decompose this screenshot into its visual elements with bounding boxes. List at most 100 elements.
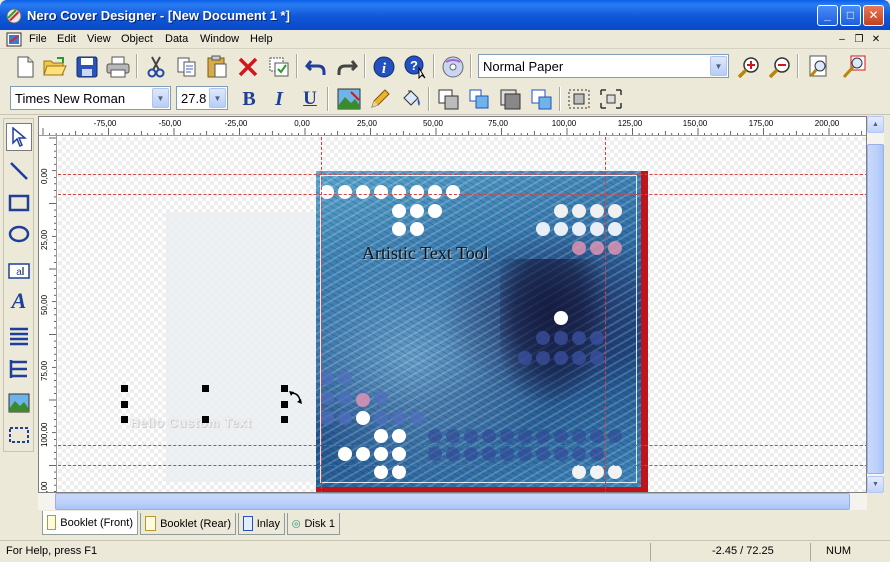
redo-button[interactable] xyxy=(333,53,361,81)
font-family-select[interactable]: Times New Roman ▼ xyxy=(10,86,171,110)
guide-line[interactable] xyxy=(58,174,866,175)
selection-handle[interactable] xyxy=(281,385,288,392)
document-icon[interactable] xyxy=(6,32,22,47)
guide-line[interactable] xyxy=(321,137,322,492)
tree-list-icon xyxy=(9,360,27,378)
crop-tool[interactable] xyxy=(6,421,32,449)
tab-disk-1[interactable]: Disk 1 xyxy=(287,513,340,535)
menu-file[interactable]: File xyxy=(29,33,47,45)
image-tool[interactable] xyxy=(6,389,32,417)
line-tool[interactable] xyxy=(6,157,32,185)
canvas-area[interactable]: Artistic Text Tool Hello Custom Text xyxy=(58,137,866,492)
mdi-minimize-button[interactable]: – xyxy=(835,33,849,46)
maximize-button[interactable]: □ xyxy=(840,5,861,26)
ungroup-button[interactable] xyxy=(528,85,556,113)
print-button[interactable] xyxy=(104,53,132,81)
cut-button[interactable] xyxy=(142,53,170,81)
send-backward-button[interactable] xyxy=(497,85,525,113)
text-box-tool[interactable]: a xyxy=(6,257,32,285)
dashed-rect-icon xyxy=(9,427,29,443)
menu-data[interactable]: Data xyxy=(165,33,188,45)
close-button[interactable]: ✕ xyxy=(863,5,884,26)
track-list-tool[interactable] xyxy=(6,355,32,383)
tab-booklet-rear[interactable]: Booklet (Rear) xyxy=(140,513,236,535)
italic-button[interactable]: I xyxy=(265,85,293,113)
scroll-down-button[interactable]: ▼ xyxy=(867,476,884,493)
artistic-text-tool[interactable]: A xyxy=(6,286,32,314)
selection-handle[interactable] xyxy=(202,385,209,392)
picture-icon xyxy=(337,88,361,110)
ellipse-tool[interactable] xyxy=(6,220,32,248)
zoom-in-icon xyxy=(737,57,759,79)
menu-edit[interactable]: Edit xyxy=(57,33,76,45)
zoom-in-button[interactable] xyxy=(735,53,763,81)
menu-help[interactable]: Help xyxy=(250,33,273,45)
context-help-button[interactable]: ? xyxy=(402,53,430,81)
document-tabs: Booklet (Front) Booklet (Rear) Inlay Dis… xyxy=(0,511,890,538)
mdi-restore-button[interactable]: ❐ xyxy=(852,33,866,46)
ruler-label: -75,00 xyxy=(93,119,117,128)
select-all-button[interactable] xyxy=(265,53,293,81)
menu-window[interactable]: Window xyxy=(200,33,239,45)
selection-handle[interactable] xyxy=(202,416,209,423)
artistic-text[interactable]: Artistic Text Tool xyxy=(362,243,489,264)
zoom-out-button[interactable] xyxy=(766,53,794,81)
rotate-handle-icon[interactable] xyxy=(288,390,304,406)
open-button[interactable] xyxy=(41,53,69,81)
guide-line[interactable] xyxy=(58,465,866,466)
bold-button[interactable]: B xyxy=(235,85,263,113)
selection-handle[interactable] xyxy=(121,416,128,423)
copy-button[interactable] xyxy=(173,53,201,81)
selected-text-object[interactable]: Hello Custom Text xyxy=(130,415,252,430)
zoom-selection-icon xyxy=(842,55,866,79)
paste-button[interactable] xyxy=(203,53,231,81)
disc-properties-button[interactable] xyxy=(439,53,467,81)
horizontal-scrollbar[interactable] xyxy=(38,493,867,510)
selection-handle[interactable] xyxy=(121,385,128,392)
chevron-down-icon[interactable]: ▼ xyxy=(710,56,727,76)
zoom-page-button[interactable] xyxy=(804,53,832,81)
tab-booklet-front[interactable]: Booklet (Front) xyxy=(42,511,138,535)
guide-line[interactable] xyxy=(58,445,866,446)
zoom-selection-button[interactable] xyxy=(840,53,868,81)
save-button[interactable] xyxy=(73,53,101,81)
align-button[interactable] xyxy=(565,85,593,113)
mdi-close-button[interactable]: ✕ xyxy=(869,33,883,46)
svg-text:?: ? xyxy=(410,58,418,73)
horizontal-scroll-thumb[interactable] xyxy=(55,493,850,510)
menu-object[interactable]: Object xyxy=(121,33,153,45)
info-button[interactable]: i xyxy=(370,53,398,81)
list-tool[interactable] xyxy=(6,322,32,350)
selection-handle[interactable] xyxy=(281,401,288,408)
tab-inlay[interactable]: Inlay xyxy=(238,513,285,535)
distribute-button[interactable] xyxy=(597,85,625,113)
menu-view[interactable]: View xyxy=(87,33,111,45)
scroll-up-button[interactable]: ▲ xyxy=(867,116,884,133)
pen-color-button[interactable] xyxy=(366,85,394,113)
fill-color-button[interactable] xyxy=(397,85,425,113)
delete-button[interactable] xyxy=(234,53,262,81)
guide-line[interactable] xyxy=(58,194,866,195)
selection-handle[interactable] xyxy=(121,401,128,408)
vertical-scrollbar[interactable]: ▲ ▼ xyxy=(867,116,884,493)
chevron-down-icon[interactable]: ▼ xyxy=(152,88,169,108)
scissors-icon xyxy=(147,56,165,78)
ellipse-icon xyxy=(8,225,30,243)
cover-image[interactable]: Artistic Text Tool xyxy=(316,171,641,487)
selection-handle[interactable] xyxy=(281,416,288,423)
bring-to-front-button[interactable] xyxy=(435,85,463,113)
select-tool[interactable] xyxy=(6,123,32,151)
artistic-text-icon: A xyxy=(10,289,27,311)
paper-type-select[interactable]: Normal Paper ▼ xyxy=(478,54,729,78)
undo-button[interactable] xyxy=(302,53,330,81)
group-button[interactable] xyxy=(466,85,494,113)
chevron-down-icon[interactable]: ▼ xyxy=(209,88,226,108)
rectangle-tool[interactable] xyxy=(6,189,32,217)
minimize-button[interactable]: _ xyxy=(817,5,838,26)
underline-button[interactable]: U xyxy=(296,85,324,113)
font-size-select[interactable]: 27.8 ▼ xyxy=(176,86,228,110)
new-button[interactable] xyxy=(11,53,39,81)
vertical-scroll-thumb[interactable] xyxy=(867,144,884,474)
guide-line[interactable] xyxy=(605,137,606,492)
insert-image-button[interactable] xyxy=(335,85,363,113)
